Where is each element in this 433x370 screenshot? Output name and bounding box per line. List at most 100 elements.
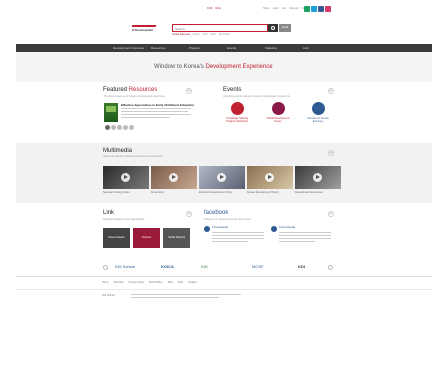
logo-text: K-Developedia: [132, 28, 153, 32]
events-more-icon[interactable]: +: [328, 88, 334, 94]
play-icon: [265, 173, 274, 182]
keyword-link[interactable]: Education: [219, 33, 230, 36]
nav-item-development-overview[interactable]: Development Overview: [113, 46, 151, 50]
search-input[interactable]: [175, 26, 265, 31]
featured-item-title[interactable]: Effective Approaches to Early Childhood …: [121, 103, 194, 107]
facebook-post-text: [279, 232, 331, 244]
page-content: KOR ENG Home Login Join Sitemap Contact …: [16, 0, 432, 370]
multimedia-more-icon[interactable]: +: [328, 150, 334, 156]
keyword-link[interactable]: KSP: [202, 33, 207, 36]
partner-logo[interactable]: KDI: [201, 264, 208, 269]
multimedia-item[interactable]: Development Experience: [295, 166, 341, 194]
featured-subtitle: The best resources of Korea's developmen…: [104, 95, 166, 98]
partner-logos: KDI School KOICA KDI MOSF KDI: [88, 261, 348, 275]
util-link-home[interactable]: Home: [263, 7, 270, 10]
multimedia-caption: Economic Development Story: [199, 191, 232, 194]
footer-link[interactable]: Privacy Policy: [129, 281, 145, 284]
pagination-dot[interactable]: [123, 125, 128, 130]
detail-search-button[interactable]: Detail: [279, 24, 291, 32]
link-more-icon[interactable]: +: [186, 211, 192, 217]
util-link-login[interactable]: Login: [272, 7, 278, 10]
footer-logo: KDI School: [102, 294, 115, 297]
keyword-link[interactable]: Global Saemaul: [172, 33, 190, 36]
video-thumbnail: [247, 166, 293, 189]
nav-item-link[interactable]: Link: [303, 46, 341, 50]
social-links: [304, 6, 331, 12]
partners-next-button[interactable]: [328, 265, 333, 270]
partner-logo[interactable]: KOICA: [161, 264, 174, 269]
nav-item-events[interactable]: Events: [227, 46, 265, 50]
multimedia-subtitle: Videos and photos of Korea's development…: [103, 155, 164, 158]
featured-more-icon[interactable]: +: [186, 88, 192, 94]
link-title: Link: [103, 210, 115, 216]
partner-logo[interactable]: KDI: [298, 264, 305, 269]
event-caption: Knowledge Sharing Program Workshop: [226, 117, 248, 123]
hero-prefix: Window to Korea's: [154, 64, 204, 70]
pagination-dot[interactable]: [117, 125, 122, 130]
partners-prev-button[interactable]: [103, 265, 108, 270]
pagination-dot[interactable]: [111, 125, 116, 130]
footer-link[interactable]: Site Map: [114, 281, 124, 284]
multimedia-item[interactable]: Saemaul Undong Video: [103, 166, 149, 194]
footer-link[interactable]: RSS: [168, 281, 173, 284]
play-icon: [169, 173, 178, 182]
video-thumbnail: [103, 166, 149, 189]
featured-cover-image[interactable]: [104, 103, 118, 122]
footer-link[interactable]: Home: [102, 281, 109, 284]
facebook-icon[interactable]: [318, 6, 324, 12]
language-links: KOR ENG: [207, 7, 221, 10]
lang-link-eng[interactable]: ENG: [215, 7, 220, 10]
utility-links: Home Login Join Sitemap Contact: [263, 7, 310, 10]
link-subtitle: Related institutions and organizations: [103, 218, 145, 221]
nav-item-projects[interactable]: Projects: [189, 46, 227, 50]
footer-links: Home Site Map Privacy Policy Email Polic…: [102, 281, 197, 284]
pagination-dot[interactable]: [105, 125, 110, 130]
play-icon: [313, 173, 322, 182]
partner-logo[interactable]: MOSF: [252, 264, 264, 269]
featured-pagination: [105, 125, 134, 130]
multimedia-item[interactable]: Korea Story: [151, 166, 197, 194]
video-thumbnail: [199, 166, 245, 189]
footer-link[interactable]: FAQ: [178, 281, 183, 284]
browser-viewport: KOR ENG Home Login Join Sitemap Contact …: [0, 0, 433, 370]
search-button[interactable]: [268, 24, 278, 32]
facebook-post-author: K-Developedia: [279, 226, 296, 229]
keyword-link[interactable]: ODA: [210, 33, 215, 36]
lang-link-kor[interactable]: KOR: [207, 7, 212, 10]
facebook-avatar: [204, 226, 210, 232]
link-box-korea-network[interactable]: Korea Network: [103, 228, 130, 248]
link-box-global-network[interactable]: Global Network: [163, 228, 190, 248]
facebook-more-icon[interactable]: +: [328, 211, 334, 217]
utility-bar: KOR ENG Home Login Join Sitemap Contact: [88, 6, 348, 14]
site-logo[interactable]: K-Developedia: [131, 25, 157, 33]
multimedia-item[interactable]: Economic Development Story: [199, 166, 245, 194]
blog-icon[interactable]: [304, 6, 310, 12]
event-item[interactable]: Seminar on Korean Economy: [303, 102, 333, 123]
search-icon: [271, 26, 275, 30]
util-link-sitemap[interactable]: Sitemap: [289, 7, 298, 10]
keyword-link[interactable]: Korea: [193, 33, 200, 36]
featured-resources-title: Featured Resources: [103, 87, 157, 93]
nav-item-statistics[interactable]: Statistics: [265, 46, 303, 50]
twitter-icon[interactable]: [311, 6, 317, 12]
featured-title-a: Featured: [103, 87, 128, 93]
partner-logo[interactable]: KDI School: [115, 264, 135, 269]
event-item[interactable]: Global Development Forum: [263, 102, 293, 123]
event-circle: [311, 102, 325, 115]
event-caption: Seminar on Korean Economy: [307, 117, 329, 123]
event-item[interactable]: Knowledge Sharing Program Workshop: [222, 102, 252, 123]
footer-link[interactable]: Contact: [188, 281, 197, 284]
multimedia-caption: Development Experience: [295, 191, 323, 194]
pagination-dot[interactable]: [129, 125, 134, 130]
link-box-partners[interactable]: Partners: [133, 228, 160, 248]
footer-link[interactable]: Email Policy: [149, 281, 163, 284]
event-circle: [230, 102, 244, 115]
flickr-icon[interactable]: [325, 6, 331, 12]
facebook-post-author: K-Developedia: [212, 226, 229, 229]
play-icon: [217, 173, 226, 182]
facebook-avatar: [271, 226, 277, 232]
multimedia-item[interactable]: Korean Development History: [247, 166, 293, 194]
nav-item-resources[interactable]: Resources: [151, 46, 189, 50]
util-link-join[interactable]: Join: [282, 7, 287, 10]
multimedia-caption: Korean Development History: [247, 191, 279, 194]
